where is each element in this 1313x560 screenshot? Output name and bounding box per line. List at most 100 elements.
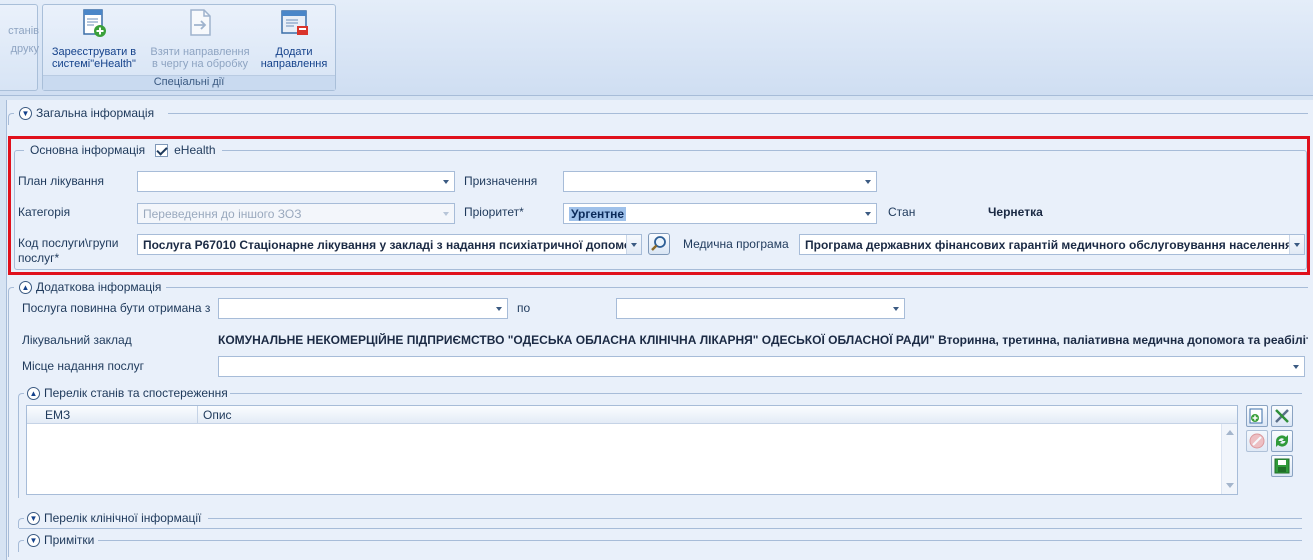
section-general-header[interactable]: ▼ Загальна інформація [19,105,154,121]
grid-header: ЕМЗ Опис [27,406,1237,424]
dropdown-arrow-icon [893,307,899,311]
service-from-date[interactable] [218,298,508,319]
ribbon: станів друку Зареєструвати в системі"eHe… [0,0,1313,96]
refresh-icon [1276,435,1288,447]
service-code-combo[interactable]: Послуга Р67010 Стаціонарне лікування у з… [137,234,642,255]
bracket-notes [18,540,24,552]
treatment-plan-combo[interactable] [137,171,455,192]
bracket-clinical [18,518,24,528]
priority-combo[interactable]: Ургентне [563,203,877,224]
place-combo[interactable] [218,356,1305,377]
grid-vscrollbar[interactable] [1221,424,1237,494]
purpose-label: Призначення [464,174,538,188]
divider-clinical [208,518,1302,519]
status-label: Стан [888,205,916,219]
medical-program-combo[interactable]: Програма державних фінансових гарантій м… [799,234,1305,255]
dropdown-arrow-icon [443,180,449,184]
register-document-icon [83,9,106,37]
magnifier-icon [651,236,666,251]
queue-document-icon [190,9,211,36]
conditions-grid[interactable]: ЕМЗ Опис [26,405,1238,495]
edit-row-button[interactable] [1271,405,1293,427]
facility-label: Лікувальний заклад [22,333,132,347]
expand-chevron-icon[interactable]: ▼ [27,511,40,525]
bracket-conditions [18,393,24,498]
dropdown-arrow-icon [496,307,502,311]
column-separator [197,406,198,424]
add-referral-button[interactable]: Додати направлення [255,7,333,70]
dropdown-arrow-icon [865,180,871,184]
expand-chevron-icon[interactable]: ▼ [27,533,40,547]
register-ehealth-label-1: Зареєструвати в [51,46,137,58]
priority-value: Ургентне [569,207,627,221]
register-ehealth-label-2: системі"eHealth" [52,58,136,70]
purpose-combo[interactable] [563,171,877,192]
service-code-label-2: послуг* [18,251,60,265]
place-label: Місце надання послуг [22,359,145,373]
service-code-label-1: Код послуги\групи [18,236,119,250]
section-notes-header[interactable]: ▼ Примітки [27,532,94,548]
facility-value: КОМУНАЛЬНЕ НЕКОМЕРЦІЙНЕ ПІДПРИЄМСТВО "ОД… [218,333,1308,347]
add-referral-label-1: Додати [275,46,313,58]
delete-icon [1249,433,1265,449]
basic-info-title: Основна інформація [30,143,146,157]
column-emz[interactable]: ЕМЗ [45,408,70,422]
section-clinical-title: Перелік клінічної інформації [44,511,202,525]
service-search-button[interactable] [648,233,670,255]
save-icon [1274,458,1290,474]
medical-program-value: Програма державних фінансових гарантій м… [805,238,1292,252]
divider-conditions [230,393,1302,394]
section-conditions-header[interactable]: ▲ Перелік станів та спостереження [27,385,228,401]
save-button[interactable] [1271,455,1293,477]
add-referral-label-2: направлення [260,58,328,70]
service-to-date[interactable] [616,298,905,319]
service-code-label: Код послуги\групи послуг* [18,236,118,266]
add-document-icon [1249,408,1263,424]
section-clinical-header[interactable]: ▼ Перелік клінічної інформації [27,510,201,526]
take-referral-queue-button[interactable]: Взяти направлення в чергу на обробку [145,7,255,70]
scroll-up-icon[interactable] [1226,430,1234,435]
add-row-button[interactable] [1246,405,1268,427]
category-combo[interactable]: Переведення до іншого ЗОЗ [137,203,455,224]
ribbon-cut-label-1: станів [8,25,39,37]
medical-program-dropdown[interactable] [1289,235,1304,254]
dropdown-arrow-icon [443,212,449,216]
section-additional-title: Додаткова інформація [36,280,162,294]
dropdown-arrow-icon [865,212,871,216]
dropdown-arrow-icon [631,243,637,247]
ribbon-group-special-actions: Зареєструвати в системі"eHealth" Взяти н… [42,4,336,91]
delete-row-button[interactable] [1246,430,1268,452]
tools-icon [1275,409,1289,423]
expand-chevron-icon[interactable]: ▼ [19,106,32,120]
category-label: Категорія [18,205,71,219]
refresh-button[interactable] [1271,430,1293,452]
collapse-chevron-icon[interactable]: ▲ [27,386,40,400]
dropdown-arrow-icon [1294,243,1300,247]
service-from-label: Послуга повинна бути отримана з [22,301,211,315]
service-to-label: по [517,301,531,315]
treatment-plan-label: План лікування [18,174,104,188]
bracket-additional [8,287,14,557]
ribbon-cut-label-2: друку [10,43,39,55]
ribbon-cut-button[interactable]: станів друку [3,25,39,55]
ehealth-label: eHealth [174,143,216,157]
section-notes-title: Примітки [44,533,95,547]
category-value: Переведення до іншого ЗОЗ [143,207,302,221]
register-ehealth-button[interactable]: Зареєструвати в системі"eHealth" [45,7,143,70]
dropdown-arrow-icon [1293,365,1299,369]
take-referral-label-2: в чергу на обробку [151,58,249,70]
collapse-chevron-icon[interactable]: ▲ [19,280,32,294]
service-code-dropdown[interactable] [626,235,641,254]
scroll-down-icon[interactable] [1226,483,1234,488]
column-description[interactable]: Опис [203,408,232,422]
basic-info-legend: Основна інформація eHealth [24,143,222,157]
bracket-general [8,113,14,125]
ehealth-checkbox[interactable] [155,143,169,157]
service-code-value: Послуга Р67010 Стаціонарне лікування у з… [143,238,642,252]
divider-notes [98,540,1302,541]
section-additional-header[interactable]: ▲ Додаткова інформація [19,279,161,295]
divider-general [168,113,1308,114]
priority-label: Пріоритет* [464,205,524,219]
add-referral-icon [281,10,308,35]
divider-additional [166,287,1308,288]
